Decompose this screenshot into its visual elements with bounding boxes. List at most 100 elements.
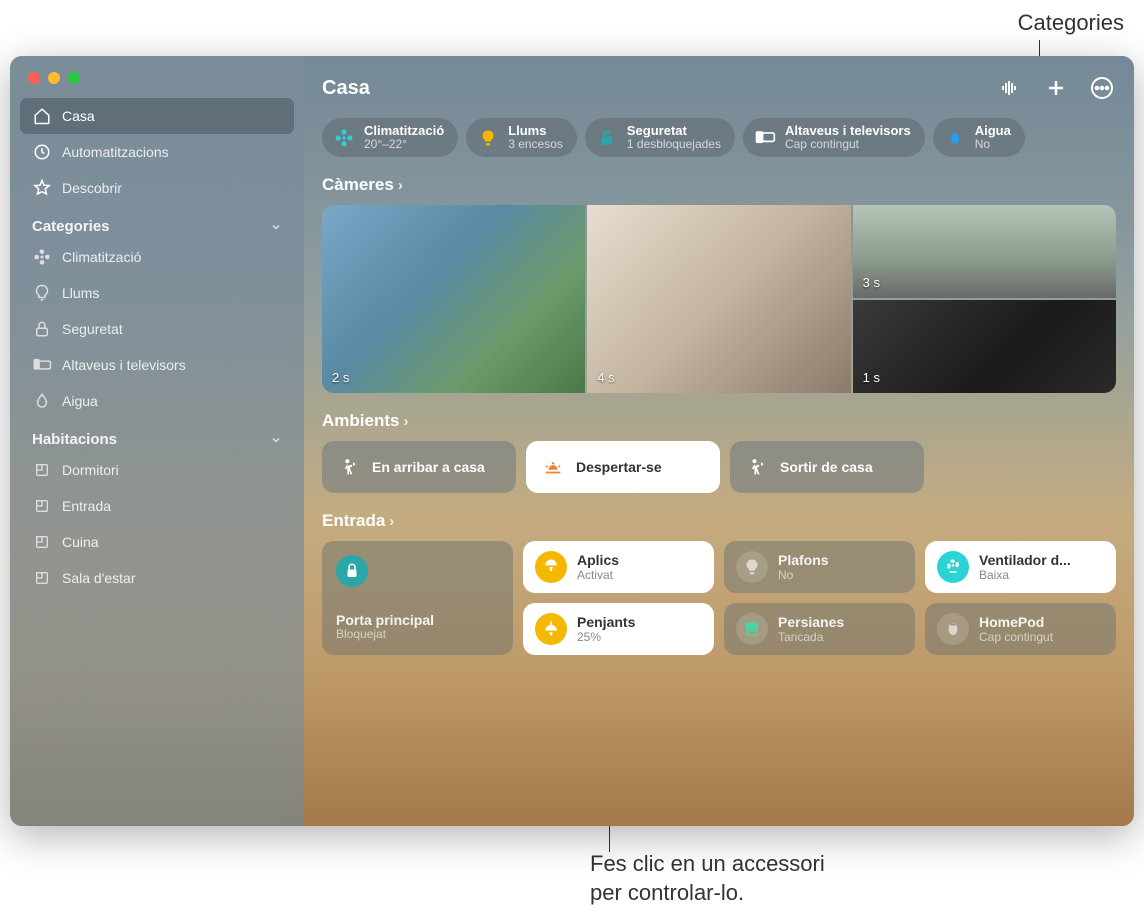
section-heading-scenes[interactable]: Ambients › — [322, 411, 1116, 431]
sidebar-item-water[interactable]: Aigua — [20, 383, 294, 419]
sidebar-item-entrance[interactable]: Entrada — [20, 488, 294, 524]
sidebar-heading-rooms[interactable]: Habitacions — [20, 419, 294, 452]
close-button[interactable] — [28, 72, 40, 84]
tile-sub: Cap contingut — [979, 631, 1053, 644]
camera-tile[interactable]: 1 s — [853, 300, 1116, 393]
sidebar-item-bedroom[interactable]: Dormitori — [20, 452, 294, 488]
pill-speakers-tv[interactable]: Altaveus i televisors Cap contingut — [743, 118, 925, 157]
light-icon — [535, 551, 567, 583]
tile-plafons[interactable]: Plafons No — [724, 541, 915, 593]
pill-label: Seguretat — [627, 124, 721, 138]
tile-label: HomePod — [979, 615, 1053, 630]
sidebar-item-label: Casa — [62, 108, 95, 124]
pill-security[interactable]: Seguretat 1 desbloquejades — [585, 118, 735, 157]
scene-wake-up[interactable]: Despertar-se — [526, 441, 720, 493]
sidebar-item-label: Dormitori — [62, 462, 119, 478]
tv-icon — [753, 126, 777, 150]
chevron-right-icon: › — [398, 177, 403, 194]
tile-penjants[interactable]: Penjants 25% — [523, 603, 714, 655]
category-pills: Climatització 20°–22° Llums 3 encesos — [322, 118, 1116, 157]
cameras-grid: 2 s 3 s 4 s 1 s — [322, 205, 1116, 393]
sidebar-item-label: Seguretat — [62, 321, 123, 337]
section-heading-room[interactable]: Entrada › — [322, 511, 1116, 531]
intercom-button[interactable] — [996, 74, 1024, 102]
tile-homepod[interactable]: HomePod Cap contingut — [925, 603, 1116, 655]
chevron-right-icon: › — [389, 513, 394, 530]
section-label: Entrada — [322, 511, 385, 531]
sidebar-heading-categories[interactable]: Categories — [20, 206, 294, 239]
room-icon — [32, 496, 52, 516]
tile-label: Ventilador d... — [979, 553, 1071, 568]
tile-sub: Activat — [577, 569, 619, 582]
tile-door[interactable]: Porta principal Bloquejat — [322, 541, 513, 655]
bulb-icon — [476, 126, 500, 150]
sidebar-item-label: Climatització — [62, 249, 141, 265]
bulb-icon — [736, 551, 768, 583]
sidebar-item-label: Descobrir — [62, 180, 122, 196]
tile-fan[interactable]: Ventilador d... Baixa — [925, 541, 1116, 593]
topbar: Casa — [322, 74, 1116, 102]
blinds-icon — [736, 613, 768, 645]
sunrise-icon — [542, 456, 564, 478]
sidebar: Casa Automatitzacions Descobrir Categori… — [10, 56, 304, 826]
camera-tile[interactable]: 2 s — [322, 205, 585, 393]
camera-tile[interactable]: 3 s — [853, 205, 1116, 298]
lock-icon — [32, 319, 52, 339]
lock-icon — [336, 555, 368, 587]
lock-open-icon — [595, 126, 619, 150]
minimize-button[interactable] — [48, 72, 60, 84]
sidebar-item-label: Llums — [62, 285, 99, 301]
scene-label: Sortir de casa — [780, 459, 873, 475]
tile-aplics[interactable]: Aplics Activat — [523, 541, 714, 593]
pill-sub: No — [975, 138, 1011, 151]
camera-tile[interactable]: 4 s — [587, 205, 850, 393]
chevron-down-icon — [270, 221, 282, 233]
page-title: Casa — [322, 77, 370, 100]
drop-icon — [32, 391, 52, 411]
scene-leave-home[interactable]: Sortir de casa — [730, 441, 924, 493]
section-label: Ambients — [322, 411, 399, 431]
pill-sub: 1 desbloquejades — [627, 138, 721, 151]
pill-lights[interactable]: Llums 3 encesos — [466, 118, 577, 157]
more-button[interactable] — [1088, 74, 1116, 102]
tile-sub: 25% — [577, 631, 635, 644]
section-heading-cameras[interactable]: Càmeres › — [322, 175, 1116, 195]
tile-label: Porta principal — [336, 613, 434, 628]
heading-label: Categories — [32, 218, 110, 235]
window-controls — [20, 66, 294, 98]
top-actions — [996, 74, 1116, 102]
sidebar-item-home[interactable]: Casa — [20, 98, 294, 134]
fan-icon — [332, 126, 356, 150]
sidebar-item-kitchen[interactable]: Cuina — [20, 524, 294, 560]
pill-water[interactable]: Aigua No — [933, 118, 1025, 157]
zoom-button[interactable] — [68, 72, 80, 84]
sidebar-item-livingroom[interactable]: Sala d'estar — [20, 560, 294, 596]
tv-icon — [32, 355, 52, 375]
tile-sub: Tancada — [778, 631, 844, 644]
main-content: Casa Climatització — [304, 56, 1134, 826]
homepod-icon — [937, 613, 969, 645]
tiles-grid: Porta principal Bloquejat Aplics Activat — [322, 541, 1116, 655]
pill-label: Aigua — [975, 124, 1011, 138]
sidebar-item-speakers-tv[interactable]: Altaveus i televisors — [20, 347, 294, 383]
sidebar-item-label: Altaveus i televisors — [62, 357, 186, 373]
clock-icon — [32, 142, 52, 162]
pill-sub: 3 encesos — [508, 138, 563, 151]
add-button[interactable] — [1042, 74, 1070, 102]
sidebar-item-lights[interactable]: Llums — [20, 275, 294, 311]
scene-arrive-home[interactable]: En arribar a casa — [322, 441, 516, 493]
tile-label: Penjants — [577, 615, 635, 630]
room-icon — [32, 532, 52, 552]
chevron-right-icon: › — [403, 413, 408, 430]
sidebar-item-label: Aigua — [62, 393, 98, 409]
pill-climate[interactable]: Climatització 20°–22° — [322, 118, 458, 157]
sidebar-item-security[interactable]: Seguretat — [20, 311, 294, 347]
person-leave-icon — [746, 456, 768, 478]
tile-persianes[interactable]: Persianes Tancada — [724, 603, 915, 655]
sidebar-item-automations[interactable]: Automatitzacions — [20, 134, 294, 170]
sidebar-item-climate[interactable]: Climatització — [20, 239, 294, 275]
star-icon — [32, 178, 52, 198]
sidebar-item-discover[interactable]: Descobrir — [20, 170, 294, 206]
tile-sub: Bloquejat — [336, 628, 434, 641]
camera-timestamp: 2 s — [332, 370, 349, 385]
